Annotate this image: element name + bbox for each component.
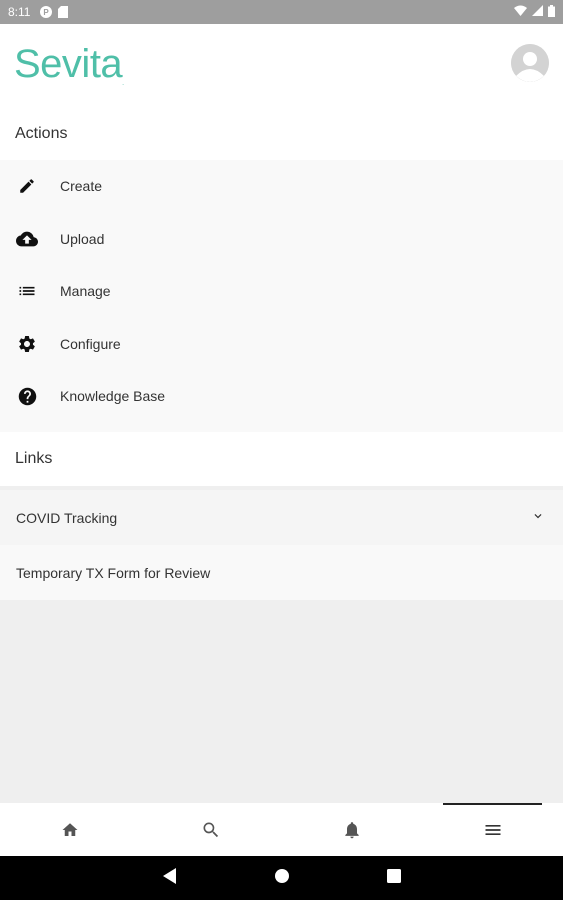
search-icon	[203, 822, 219, 837]
sd-card-icon	[58, 6, 69, 18]
cloud-upload-icon	[16, 228, 38, 250]
recents-icon[interactable]	[386, 868, 401, 888]
home-icon	[62, 822, 78, 836]
svg-text:P: P	[44, 8, 50, 17]
nav-tab-menu[interactable]	[422, 803, 563, 856]
link-covid-tracking[interactable]: COVID Tracking	[0, 490, 563, 545]
link-temporary-tx-form-label: Temporary TX Form for Review	[16, 564, 211, 581]
list-icon	[16, 280, 38, 302]
signal-icon	[532, 5, 543, 19]
gear-icon	[16, 333, 38, 355]
action-create-label: Create	[60, 178, 103, 195]
bottom-nav	[0, 803, 563, 856]
nav-tab-notifications[interactable]	[282, 803, 423, 856]
link-temporary-tx-form[interactable]: Temporary TX Form for Review	[0, 545, 563, 600]
action-configure[interactable]: Configure	[0, 318, 563, 371]
p-badge-icon: P	[40, 6, 53, 18]
status-time: 8:11	[8, 5, 31, 19]
menu-icon	[485, 824, 501, 835]
action-knowledge-base-label: Knowledge Base	[60, 388, 166, 405]
chevron-down-icon[interactable]	[531, 509, 545, 526]
action-upload[interactable]: Upload	[0, 213, 563, 266]
action-create[interactable]: Create	[0, 160, 563, 213]
battery-icon	[548, 4, 555, 20]
actions-list: Create Upload Manage Configure Knowledge…	[0, 160, 563, 432]
action-manage-label: Manage	[60, 283, 111, 300]
actions-section-header: Actions	[0, 108, 563, 160]
links-title: Links	[15, 450, 53, 467]
sevita-logo: Sevita.	[14, 42, 124, 87]
help-circle-icon	[16, 385, 38, 407]
bell-icon	[345, 821, 359, 838]
actions-title: Actions	[15, 125, 68, 142]
avatar[interactable]	[511, 44, 549, 82]
pencil-icon	[16, 175, 38, 197]
action-upload-label: Upload	[60, 230, 105, 247]
link-covid-tracking-label: COVID Tracking	[16, 509, 118, 526]
action-configure-label: Configure	[60, 335, 121, 352]
nav-tab-search[interactable]	[141, 803, 282, 856]
links-section-header: Links	[0, 432, 563, 486]
logo-mark: .	[122, 80, 124, 87]
home-circle-icon[interactable]	[274, 868, 289, 888]
app-header: Sevita.	[0, 24, 563, 108]
status-bar: 8:11 P	[0, 0, 563, 24]
wifi-icon	[514, 5, 527, 19]
account-circle-icon	[511, 44, 549, 82]
nav-tab-home[interactable]	[0, 803, 141, 856]
back-icon[interactable]	[162, 867, 177, 889]
logo-text: Sevita	[14, 42, 123, 86]
system-nav-bar	[0, 856, 563, 900]
action-manage[interactable]: Manage	[0, 265, 563, 318]
action-knowledge-base[interactable]: Knowledge Base	[0, 370, 563, 423]
